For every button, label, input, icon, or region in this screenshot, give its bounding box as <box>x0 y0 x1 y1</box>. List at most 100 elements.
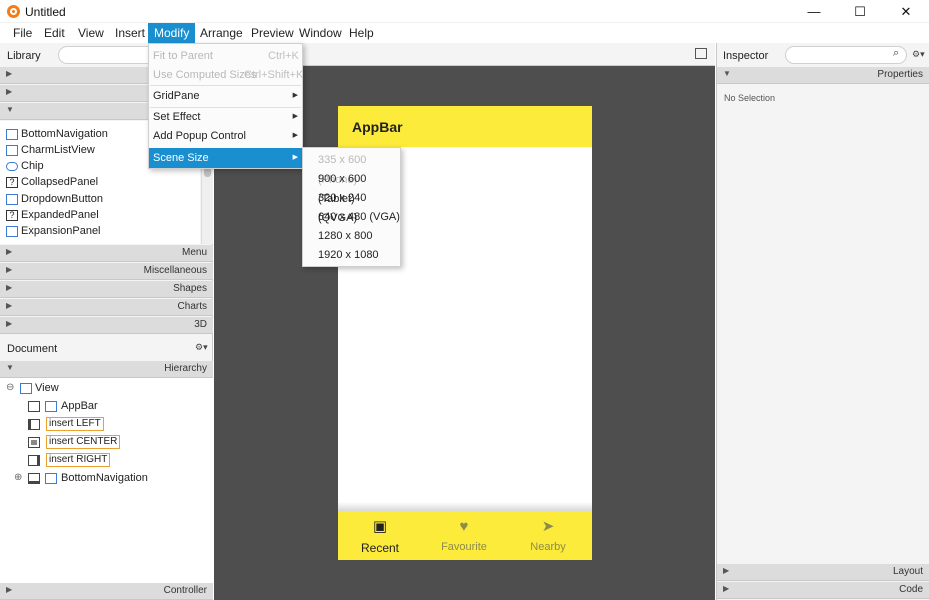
tree-item-insert-left[interactable]: insert LEFT <box>28 417 208 433</box>
minimize-button[interactable]: — <box>791 0 837 23</box>
gear-icon[interactable]: ⚙▾ <box>912 49 925 60</box>
layout-left-icon <box>28 419 40 430</box>
menu-edit[interactable]: Edit <box>38 23 71 43</box>
controller-header[interactable]: ▶ Controller <box>0 583 213 600</box>
library-section-menu[interactable]: ▶ Menu <box>0 245 213 262</box>
menu-arrange[interactable]: Arrange <box>194 23 249 43</box>
menu-help[interactable]: Help <box>343 23 380 43</box>
preview-bottom-navigation: ▣ Recent ♥ Favourite ➤ Nearby <box>338 511 592 560</box>
component-icon <box>6 129 18 140</box>
tree-item-view[interactable]: ⊖ View <box>6 381 206 397</box>
library-section-misc[interactable]: ▶ Miscellaneous <box>0 263 213 280</box>
menu-file[interactable]: File <box>7 23 38 43</box>
tree-item-bottomnavigation[interactable]: ⊕ BottomNavigation <box>14 471 204 487</box>
menu-window[interactable]: Window <box>293 23 348 43</box>
menu-item-fit-to-parent[interactable]: Fit to Parent Ctrl+K <box>149 46 302 66</box>
modify-menu: Fit to Parent Ctrl+K Use Computed Sizes … <box>148 43 303 169</box>
menu-bar: File Edit View Insert Modify Arrange Pre… <box>0 23 929 43</box>
menu-item-add-popup-control[interactable]: Add Popup Control ▶ <box>149 126 302 146</box>
chip-icon <box>6 162 18 171</box>
library-item[interactable]: ? ExpandedPanel <box>0 208 200 224</box>
properties-header[interactable]: ▼ Properties <box>717 67 929 84</box>
library-item[interactable]: ExpansionPanel <box>0 224 200 240</box>
title-bar: Untitled — ☐ ✕ <box>0 0 929 23</box>
nav-item-recent[interactable]: ▣ Recent <box>338 511 422 560</box>
collapse-arrow-icon: ▼ <box>6 363 14 372</box>
expand-arrow-icon: ▶ <box>6 247 13 256</box>
expand-arrow-icon: ▶ <box>6 69 13 78</box>
app-logo-icon <box>7 5 20 18</box>
appbar-icon <box>45 401 57 412</box>
view-icon <box>20 383 32 394</box>
expansion-panel-icon <box>6 226 18 237</box>
inspector-search-input[interactable] <box>785 46 907 64</box>
menu-preview[interactable]: Preview <box>245 23 300 43</box>
scene-size-submenu: 335 x 600 (Phone) 900 x 600 (Tablet) 320… <box>302 147 401 267</box>
panel-toggle-icon[interactable] <box>695 48 707 59</box>
layout-bottom-icon <box>28 473 40 484</box>
window-title: Untitled <box>25 5 66 19</box>
library-section-charts[interactable]: ▶ Charts <box>0 299 213 316</box>
library-section-3d[interactable]: ▶ 3D <box>0 317 213 334</box>
hierarchy-header[interactable]: ▼ Hierarchy <box>0 361 213 378</box>
expand-icon[interactable]: ⊕ <box>14 472 22 483</box>
menu-view[interactable]: View <box>72 23 110 43</box>
scene-size-1280[interactable]: 1280 x 800 <box>303 226 400 246</box>
document-header: Document ⚙▾ <box>0 337 213 359</box>
scene-size-vga[interactable]: 640 x 480 (VGA) <box>303 207 400 227</box>
code-header[interactable]: ▶ Code <box>717 582 929 599</box>
heart-icon: ♥ <box>459 518 469 535</box>
collapse-arrow-icon: ▼ <box>6 105 14 114</box>
inspector-title: Inspector <box>723 50 769 62</box>
nav-item-favourite[interactable]: ♥ Favourite <box>422 511 506 560</box>
menu-item-scene-size[interactable]: Scene Size ▶ <box>149 148 302 168</box>
library-item[interactable]: ? CollapsedPanel <box>0 175 200 191</box>
tree-item-insert-center[interactable]: insert CENTER <box>28 435 208 451</box>
menu-modify[interactable]: Modify <box>148 23 196 43</box>
bottomnavigation-icon <box>45 473 57 484</box>
document-title: Document <box>7 343 58 355</box>
submenu-arrow-icon: ▶ <box>292 154 298 161</box>
bottom-shadow <box>338 502 592 511</box>
layout-header[interactable]: ▶ Layout <box>717 564 929 581</box>
scene-size-phone[interactable]: 335 x 600 (Phone) <box>303 150 400 186</box>
search-icon: ⌕ <box>893 47 900 59</box>
expand-arrow-icon: ▶ <box>723 584 730 593</box>
question-icon: ? <box>6 210 18 221</box>
submenu-arrow-icon: ▶ <box>292 132 298 139</box>
list-view-icon <box>6 145 18 156</box>
menu-item-set-effect[interactable]: Set Effect ▶ <box>149 107 302 127</box>
layout-right-icon <box>28 455 40 466</box>
menu-item-gridpane[interactable]: GridPane ▶ <box>149 86 302 106</box>
submenu-arrow-icon: ▶ <box>292 113 298 120</box>
expand-arrow-icon: ▶ <box>6 319 13 328</box>
tree-item-insert-right[interactable]: insert RIGHT <box>28 453 208 469</box>
question-icon: ? <box>6 177 18 188</box>
submenu-arrow-icon: ▶ <box>292 92 298 99</box>
navigation-arrow-icon: ➤ <box>541 518 555 535</box>
scene-size-1920[interactable]: 1920 x 1080 <box>303 245 400 265</box>
maximize-button[interactable]: ☐ <box>837 0 883 23</box>
expand-arrow-icon: ▶ <box>6 265 13 274</box>
inspector-panel: Inspector ⌕ ⚙▾ ▼ Properties No Selection … <box>716 43 929 600</box>
expand-arrow-icon: ▶ <box>6 87 13 96</box>
nav-item-nearby[interactable]: ➤ Nearby <box>506 511 590 560</box>
library-item[interactable]: DropdownButton <box>0 192 200 208</box>
menu-item-use-computed-sizes[interactable]: Use Computed Sizes Ctrl+Shift+K <box>149 65 303 85</box>
tree-item-appbar[interactable]: AppBar <box>28 399 208 415</box>
collapse-arrow-icon: ▼ <box>723 69 731 78</box>
scene-size-tablet[interactable]: 900 x 600 (Tablet) <box>303 169 400 205</box>
library-section-shapes[interactable]: ▶ Shapes <box>0 281 213 298</box>
expand-arrow-icon: ▶ <box>6 301 13 310</box>
dropdown-icon <box>6 194 18 205</box>
gear-icon[interactable]: ⚙▾ <box>195 342 208 353</box>
collapse-icon[interactable]: ⊖ <box>6 382 14 393</box>
close-button[interactable]: ✕ <box>883 0 929 23</box>
scene-size-qvga[interactable]: 320 x 240 (QVGA) <box>303 188 400 224</box>
preview-appbar[interactable]: AppBar <box>338 106 592 147</box>
menu-insert[interactable]: Insert <box>109 23 151 43</box>
no-selection-text: No Selection <box>724 93 776 103</box>
expand-arrow-icon: ▶ <box>6 283 13 292</box>
expand-arrow-icon: ▶ <box>6 585 13 594</box>
library-title: Library <box>7 50 41 62</box>
